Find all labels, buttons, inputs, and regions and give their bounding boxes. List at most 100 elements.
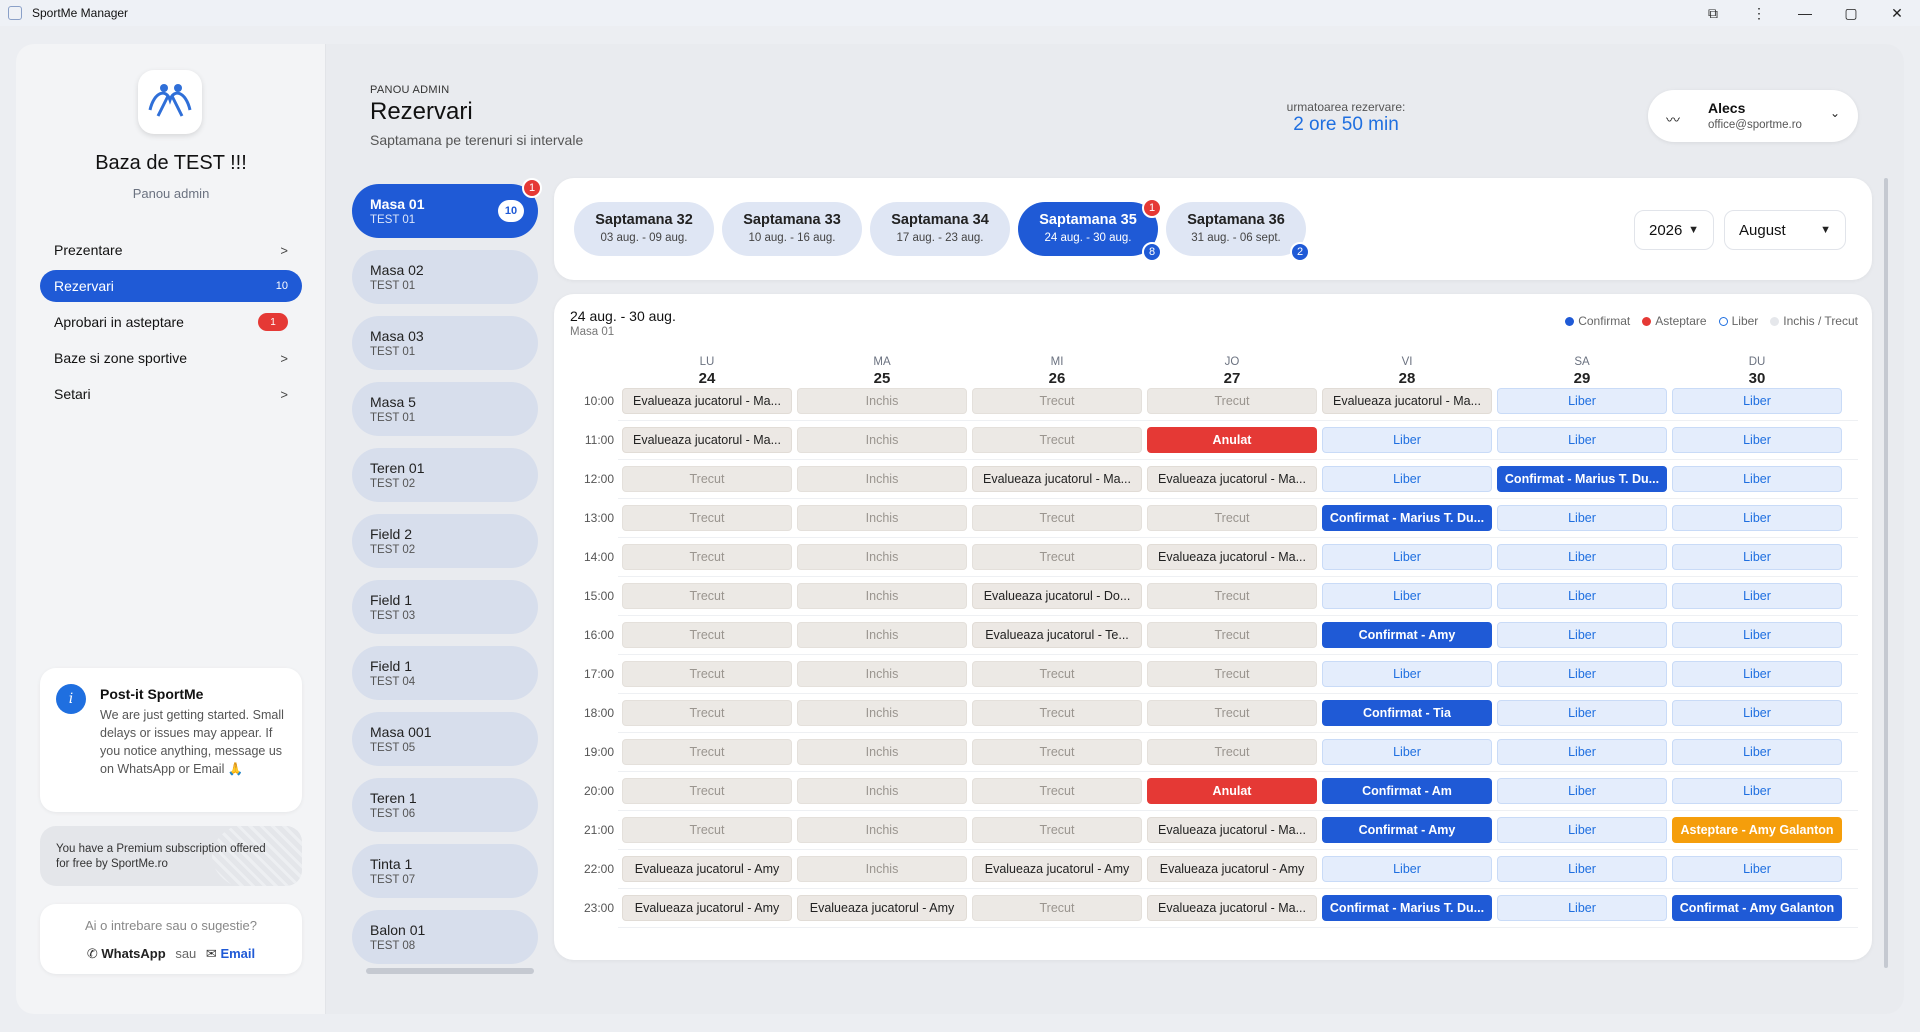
- slot-closed[interactable]: Inchis: [797, 817, 967, 843]
- slot-free[interactable]: Liber: [1672, 661, 1842, 687]
- month-select[interactable]: August ▼: [1724, 210, 1846, 250]
- slot-free[interactable]: Liber: [1497, 661, 1667, 687]
- slot-past[interactable]: Trecut: [972, 427, 1142, 453]
- slot-closed[interactable]: Inchis: [797, 583, 967, 609]
- sidebar-item-setari[interactable]: Setari >: [40, 378, 302, 410]
- slot-past[interactable]: Trecut: [1147, 505, 1317, 531]
- resource-item[interactable]: Tinta 1 TEST 07: [352, 844, 538, 898]
- sidebar-item-aprobari[interactable]: Aprobari in asteptare 1: [40, 306, 302, 338]
- slot-free[interactable]: Liber: [1672, 466, 1842, 492]
- resource-item[interactable]: Teren 1 TEST 06: [352, 778, 538, 832]
- slot-booked[interactable]: Evalueaza jucatorul - Amy: [1147, 856, 1317, 882]
- slot-confirmed[interactable]: Confirmat - Amy: [1322, 817, 1492, 843]
- slot-closed[interactable]: Inchis: [797, 427, 967, 453]
- slot-past[interactable]: Trecut: [972, 817, 1142, 843]
- slot-past[interactable]: Trecut: [622, 583, 792, 609]
- slot-free[interactable]: Liber: [1497, 505, 1667, 531]
- slot-past[interactable]: Trecut: [1147, 739, 1317, 765]
- week-pill-34[interactable]: Saptamana 34 17 aug. - 23 aug.: [870, 202, 1010, 256]
- slot-past[interactable]: Trecut: [622, 544, 792, 570]
- slot-free[interactable]: Liber: [1497, 895, 1667, 921]
- slot-confirmed[interactable]: Confirmat - Marius T. Du...: [1497, 466, 1667, 492]
- slot-past[interactable]: Trecut: [622, 700, 792, 726]
- slot-past[interactable]: Trecut: [1147, 661, 1317, 687]
- slot-past[interactable]: Trecut: [1147, 700, 1317, 726]
- slot-free[interactable]: Liber: [1497, 739, 1667, 765]
- resource-item[interactable]: Field 1 TEST 03: [352, 580, 538, 634]
- slot-free[interactable]: Liber: [1322, 661, 1492, 687]
- week-pill-36[interactable]: Saptamana 36 31 aug. - 06 sept. 2: [1166, 202, 1310, 262]
- slot-closed[interactable]: Inchis: [797, 544, 967, 570]
- slot-free[interactable]: Liber: [1322, 739, 1492, 765]
- slot-past[interactable]: Trecut: [1147, 388, 1317, 414]
- resource-item[interactable]: Masa 03 TEST 01: [352, 316, 538, 370]
- extensions-icon[interactable]: ⧉: [1690, 5, 1736, 22]
- slot-booked[interactable]: Evalueaza jucatorul - Ma...: [622, 388, 792, 414]
- slot-free[interactable]: Liber: [1672, 427, 1842, 453]
- slot-free[interactable]: Liber: [1672, 544, 1842, 570]
- slot-past[interactable]: Trecut: [622, 505, 792, 531]
- maximize-button[interactable]: ▢: [1828, 5, 1874, 22]
- slot-cancelled[interactable]: Anulat: [1147, 778, 1317, 804]
- slot-free[interactable]: Liber: [1497, 583, 1667, 609]
- slot-free[interactable]: Liber: [1672, 388, 1842, 414]
- resource-item[interactable]: Masa 02 TEST 01: [352, 250, 538, 304]
- slot-closed[interactable]: Inchis: [797, 700, 967, 726]
- slot-past[interactable]: Trecut: [622, 778, 792, 804]
- resource-item[interactable]: Teren 01 TEST 02: [352, 448, 538, 502]
- slot-booked[interactable]: Evalueaza jucatorul - Te...: [972, 622, 1142, 648]
- slot-closed[interactable]: Inchis: [797, 466, 967, 492]
- slot-past[interactable]: Trecut: [972, 778, 1142, 804]
- slot-booked[interactable]: Evalueaza jucatorul - Ma...: [1147, 544, 1317, 570]
- week-pill-33[interactable]: Saptamana 33 10 aug. - 16 aug.: [722, 202, 862, 256]
- slot-confirmed[interactable]: Confirmat - Am: [1322, 778, 1492, 804]
- minimize-button[interactable]: —: [1782, 5, 1828, 21]
- slot-confirmed[interactable]: Confirmat - Amy: [1322, 622, 1492, 648]
- resource-item[interactable]: Masa 5 TEST 01: [352, 382, 538, 436]
- slot-free[interactable]: Liber: [1497, 427, 1667, 453]
- week-pill-35[interactable]: Saptamana 35 24 aug. - 30 aug. 1 8: [1018, 198, 1162, 262]
- slot-closed[interactable]: Inchis: [797, 661, 967, 687]
- more-options-icon[interactable]: ⋮: [1736, 5, 1782, 22]
- year-select[interactable]: 2026 ▼: [1634, 210, 1714, 250]
- slot-closed[interactable]: Inchis: [797, 856, 967, 882]
- resource-item[interactable]: Masa 001 TEST 05: [352, 712, 538, 766]
- resource-list-scrollbar[interactable]: [366, 968, 534, 974]
- slot-free[interactable]: Liber: [1497, 856, 1667, 882]
- slot-free[interactable]: Liber: [1672, 622, 1842, 648]
- whatsapp-link[interactable]: WhatsApp: [101, 946, 165, 961]
- sidebar-item-rezervari[interactable]: Rezervari 10: [40, 270, 302, 302]
- slot-booked[interactable]: Evalueaza jucatorul - Amy: [972, 856, 1142, 882]
- main-scrollbar[interactable]: [1884, 178, 1888, 968]
- slot-booked[interactable]: Evalueaza jucatorul - Amy: [622, 895, 792, 921]
- slot-booked[interactable]: Evalueaza jucatorul - Do...: [972, 583, 1142, 609]
- close-button[interactable]: ✕: [1874, 5, 1920, 22]
- slot-past[interactable]: Trecut: [622, 466, 792, 492]
- slot-free[interactable]: Liber: [1672, 700, 1842, 726]
- slot-free[interactable]: Liber: [1322, 856, 1492, 882]
- slot-confirmed[interactable]: Confirmat - Marius T. Du...: [1322, 895, 1492, 921]
- slot-booked[interactable]: Evalueaza jucatorul - Amy: [622, 856, 792, 882]
- resource-item[interactable]: Balon 01 TEST 08: [352, 910, 538, 964]
- slot-past[interactable]: Trecut: [972, 895, 1142, 921]
- slot-cancelled[interactable]: Anulat: [1147, 427, 1317, 453]
- slot-booked[interactable]: Evalueaza jucatorul - Amy: [797, 895, 967, 921]
- user-menu[interactable]: 〰 Alecs office@sportme.ro ⌄: [1648, 90, 1858, 142]
- slot-free[interactable]: Liber: [1497, 700, 1667, 726]
- slot-free[interactable]: Liber: [1672, 739, 1842, 765]
- slot-past[interactable]: Trecut: [622, 739, 792, 765]
- slot-past[interactable]: Trecut: [622, 622, 792, 648]
- slot-free[interactable]: Liber: [1497, 622, 1667, 648]
- slot-free[interactable]: Liber: [1322, 583, 1492, 609]
- slot-pending[interactable]: Asteptare - Amy Galanton: [1672, 817, 1842, 843]
- slot-free[interactable]: Liber: [1497, 544, 1667, 570]
- slot-free[interactable]: Liber: [1672, 583, 1842, 609]
- slot-free[interactable]: Liber: [1497, 388, 1667, 414]
- slot-free[interactable]: Liber: [1322, 544, 1492, 570]
- slot-free[interactable]: Liber: [1497, 817, 1667, 843]
- slot-free[interactable]: Liber: [1497, 778, 1667, 804]
- slot-past[interactable]: Trecut: [972, 739, 1142, 765]
- slot-free[interactable]: Liber: [1672, 505, 1842, 531]
- slot-past[interactable]: Trecut: [972, 505, 1142, 531]
- sidebar-item-prezentare[interactable]: Prezentare >: [40, 234, 302, 266]
